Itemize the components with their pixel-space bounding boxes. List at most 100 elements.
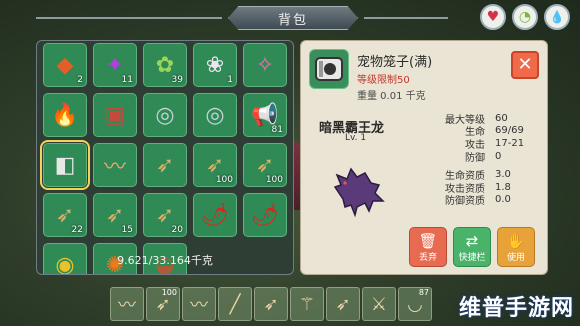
feather-icon: 〰 bbox=[190, 295, 208, 316]
dinosaur-pet-image bbox=[333, 167, 385, 218]
stat-defense: 防御 0 bbox=[429, 150, 541, 164]
arrows-icon: ➶ bbox=[105, 202, 125, 228]
slot-count: 2 bbox=[77, 75, 83, 85]
inventory-slot-flower[interactable]: ❀ 1 bbox=[193, 43, 237, 87]
slot-count: 100 bbox=[215, 175, 233, 185]
close-button[interactable]: ✕ bbox=[511, 51, 539, 79]
arrows-icon: ➶ bbox=[155, 152, 175, 178]
inventory-slot-herb[interactable]: ✿ 39 bbox=[143, 43, 187, 87]
purple-gem-icon: ✦ bbox=[105, 52, 125, 78]
item-name: 宠物笼子(满) bbox=[357, 55, 433, 70]
use-button[interactable]: ✋ 使用 bbox=[497, 227, 535, 267]
use-label: 使用 bbox=[506, 252, 525, 263]
title-divider-left bbox=[36, 17, 222, 19]
inventory-slot-purple-gem[interactable]: ✦ 11 bbox=[93, 43, 137, 87]
hotbar-slot-feather[interactable]: 〰 bbox=[110, 287, 144, 321]
pink-item-icon: ✧ bbox=[255, 52, 275, 78]
pet-cage-icon: ◧ bbox=[54, 152, 76, 178]
hotbar-count: 87 bbox=[418, 288, 429, 297]
discard-button[interactable]: 🗑 丢弃 bbox=[409, 227, 447, 267]
slot-count: 11 bbox=[121, 75, 133, 85]
lantern-icon: ▣ bbox=[104, 102, 126, 128]
inventory-slot-pink-item[interactable]: ✧ bbox=[243, 43, 287, 87]
stat-value: 69/69 bbox=[495, 125, 524, 137]
stat-value: 17-21 bbox=[495, 137, 525, 149]
slot-count: 15 bbox=[121, 225, 133, 235]
close-icon: ✕ bbox=[517, 54, 533, 75]
arrows-icon: ➶ bbox=[335, 293, 351, 315]
herb-icon: ✿ bbox=[155, 52, 175, 78]
slot-count: 1 bbox=[227, 75, 233, 85]
fire-orb-icon: 🔥 bbox=[51, 102, 79, 128]
slot-count: 20 bbox=[171, 225, 183, 235]
stat-value: 0 bbox=[495, 150, 502, 162]
quick-bar-button[interactable]: ⇄ 快捷栏 bbox=[453, 227, 491, 267]
hotbar-slot-arrows[interactable]: ➶ bbox=[326, 287, 360, 321]
chili-bundle-icon: 🌶 bbox=[251, 202, 279, 228]
slot-count: 81 bbox=[271, 125, 283, 135]
arrows-icon: ➶ bbox=[155, 202, 175, 228]
item-weight: 重量 0.01 千克 bbox=[357, 91, 426, 102]
feather-icon: 〰 bbox=[118, 295, 136, 316]
aptitude-value: 3.0 bbox=[495, 169, 511, 181]
discard-label: 丢弃 bbox=[418, 252, 437, 263]
hotbar-slot-feather[interactable]: 〰 bbox=[182, 287, 216, 321]
torch-icon: ╱ bbox=[229, 293, 241, 315]
chili-pepper-icon: 🌶 bbox=[201, 202, 229, 228]
arrows-icon: ➶ bbox=[263, 293, 279, 315]
trident-icon: ⚚ bbox=[298, 293, 316, 315]
hotbar-slot-arrows[interactable]: ➶ 100 bbox=[146, 287, 180, 321]
inventory-slot-lantern[interactable]: ▣ bbox=[93, 93, 137, 137]
hotbar-slot-bowl[interactable]: ◡ 87 bbox=[398, 287, 432, 321]
inventory-slot-arrows[interactable]: ➶ 20 bbox=[143, 193, 187, 237]
disc-icon: ◎ bbox=[155, 102, 175, 128]
inventory-slot-megaphone[interactable]: 📢 81 bbox=[243, 93, 287, 137]
pet-stats: 最大等级 60 生命 69/69 攻击 17-21 防御 0 生命资质 3.0 攻击资质 1… bbox=[429, 112, 541, 208]
stat-label: 防御 bbox=[465, 152, 485, 164]
water-drop-icon[interactable]: 💧 bbox=[544, 4, 570, 30]
inventory-slot-disc[interactable]: ◎ bbox=[193, 93, 237, 137]
arrows-icon: ➶ bbox=[255, 152, 275, 178]
inventory-slot-disc[interactable]: ◎ bbox=[143, 93, 187, 137]
water-glyph: 💧 bbox=[549, 10, 565, 24]
hotbar-slot-arrows[interactable]: ➶ bbox=[254, 287, 288, 321]
inventory-slot-crystal[interactable]: ◆ 2 bbox=[43, 43, 87, 87]
inventory-grid: ◆ 2 ✦ 11 ✿ 39 ❀ 1 ✧ 🔥 ▣ ◎ ◎ 📢 81 ◧ 〰 ➶ ➶ 100 ➶ 100 ➶ 22 ➶ 15 ➶ 20 🌶 🌶… bbox=[40, 43, 287, 274]
inventory-slot-feather[interactable]: 〰 bbox=[93, 143, 137, 187]
inventory-slot-fire-orb[interactable]: 🔥 bbox=[43, 93, 87, 137]
slot-count: 100 bbox=[265, 175, 283, 185]
pet-level: Lv. 1 bbox=[345, 133, 367, 143]
flower-icon: ❀ bbox=[205, 52, 225, 78]
watermark-text: 维普手游网 bbox=[458, 296, 574, 321]
inventory-panel: ◆ 2 ✦ 11 ✿ 39 ❀ 1 ✧ 🔥 ▣ ◎ ◎ 📢 81 ◧ 〰 ➶ ➶ 100 ➶ 100 ➶ 22 ➶ 15 ➶ 20 🌶 🌶… bbox=[36, 40, 294, 275]
aptitude-value: 0.0 bbox=[495, 194, 511, 206]
arrows-icon: ➶ bbox=[55, 202, 75, 228]
trash-icon: 🗑 bbox=[418, 231, 438, 250]
quick-hotbar: 〰 ➶ 100 〰 ╱ ➶ ⚚ ➶ ⚔ ◡ 87 bbox=[110, 287, 440, 323]
inventory-slot-arrows[interactable]: ➶ 100 bbox=[243, 143, 287, 187]
hotbar-count: 100 bbox=[161, 288, 177, 297]
inventory-slot-arrows[interactable]: ➶ 15 bbox=[93, 193, 137, 237]
inventory-slot-arrows[interactable]: ➶ 100 bbox=[193, 143, 237, 187]
stomach-glyph: ◔ bbox=[518, 9, 532, 25]
heart-icon[interactable]: ♥ bbox=[480, 4, 506, 30]
aptitude-label: 防御资质 bbox=[445, 196, 485, 208]
window-title-bar: 背包 bbox=[228, 6, 358, 30]
inventory-slot-pet-cage[interactable]: ◧ bbox=[40, 140, 90, 190]
hotbar-slot-trident[interactable]: ⚚ bbox=[290, 287, 324, 321]
inventory-slot-arrows[interactable]: ➶ 22 bbox=[43, 193, 87, 237]
status-icons: ♥ ◔ 💧 bbox=[480, 4, 570, 30]
inventory-slot-chili-bundle[interactable]: 🌶 bbox=[243, 193, 287, 237]
title-divider-right bbox=[364, 17, 448, 19]
item-detail-panel: 宠物笼子(满) 等级限制50 重量 0.01 千克 ✕ 暗黑霸王龙 Lv. 1 … bbox=[300, 40, 548, 275]
arrows-icon: ➶ bbox=[205, 152, 225, 178]
hotbar-slot-sword[interactable]: ⚔ bbox=[362, 287, 396, 321]
stomach-icon[interactable]: ◔ bbox=[512, 4, 538, 30]
quick-bar-icon: ⇄ bbox=[465, 231, 479, 250]
inventory-slot-chili-pepper[interactable]: 🌶 bbox=[193, 193, 237, 237]
pet-cage-icon bbox=[309, 49, 349, 89]
item-level-limit: 等级限制50 bbox=[357, 75, 410, 86]
disc-icon: ◎ bbox=[205, 102, 225, 128]
inventory-slot-arrows[interactable]: ➶ bbox=[143, 143, 187, 187]
hotbar-slot-torch[interactable]: ╱ bbox=[218, 287, 252, 321]
